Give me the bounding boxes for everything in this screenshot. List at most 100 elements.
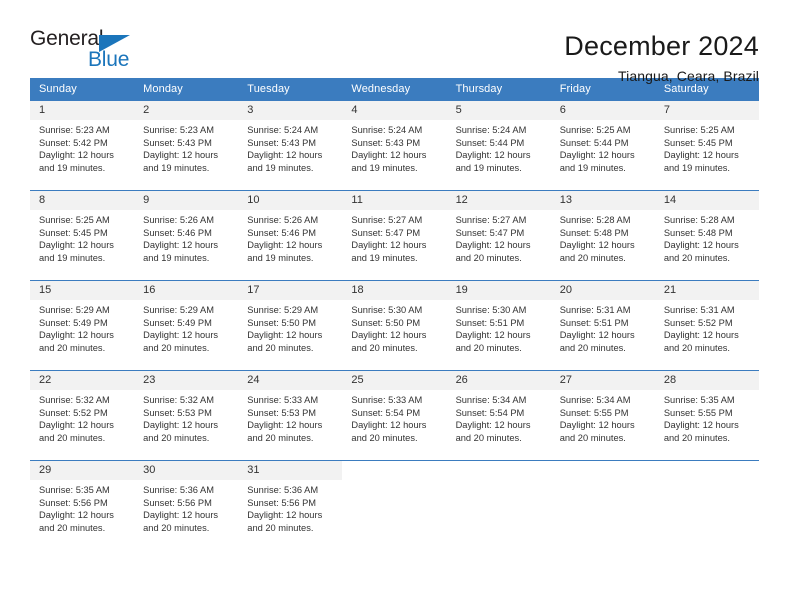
- calendar-day[interactable]: 3 Sunrise: 5:24 AM Sunset: 5:43 PM Daylight…: [238, 100, 343, 190]
- sunset-text: Sunset: 5:49 PM: [39, 317, 108, 328]
- calendar-week-row: 8 Sunrise: 5:25 AM Sunset: 5:45 PM Daylight…: [30, 190, 759, 280]
- day-details: Sunrise: 5:24 AM Sunset: 5:44 PM Daylight:…: [447, 120, 551, 174]
- calendar-day[interactable]: 5 Sunrise: 5:24 AM Sunset: 5:44 PM Daylight…: [446, 100, 551, 190]
- daylight-text-line2: and 20 minutes.: [247, 522, 314, 533]
- daylight-text-line2: and 20 minutes.: [455, 342, 522, 353]
- calendar-day[interactable]: 30 Sunrise: 5:36 AM Sunset: 5:56 PM Dayligh…: [134, 460, 239, 550]
- daylight-text-line1: Daylight: 12 hours: [247, 510, 323, 521]
- daylight-text-line2: and 19 minutes.: [351, 162, 418, 173]
- daylight-text-line1: Daylight: 12 hours: [351, 240, 427, 251]
- calendar-day[interactable]: 11 Sunrise: 5:27 AM Sunset: 5:47 PM Dayligh…: [342, 190, 447, 280]
- daylight-text-line1: Daylight: 12 hours: [247, 240, 323, 251]
- calendar-day-cell: [446, 460, 551, 550]
- day-number: 31: [238, 461, 343, 480]
- calendar-day[interactable]: 17 Sunrise: 5:29 AM Sunset: 5:50 PM Dayligh…: [238, 280, 343, 370]
- daylight-text-line1: Daylight: 12 hours: [143, 420, 219, 431]
- calendar-day-cell: [550, 460, 655, 550]
- daylight-text-line2: and 19 minutes.: [143, 162, 210, 173]
- calendar-day[interactable]: 1 Sunrise: 5:23 AM Sunset: 5:42 PM Daylight…: [30, 100, 135, 190]
- day-number: 3: [238, 101, 343, 120]
- weekday-header-tuesday: Tuesday: [238, 78, 343, 100]
- calendar-day[interactable]: 14 Sunrise: 5:28 AM Sunset: 5:48 PM Dayligh…: [654, 190, 759, 280]
- day-number: 18: [342, 281, 447, 300]
- sunset-text: Sunset: 5:47 PM: [351, 227, 421, 238]
- sunset-text: Sunset: 5:44 PM: [559, 137, 629, 148]
- day-number: 15: [30, 281, 135, 300]
- calendar-day[interactable]: 25 Sunrise: 5:33 AM Sunset: 5:54 PM Dayligh…: [342, 370, 447, 460]
- daylight-text-line1: Daylight: 12 hours: [663, 420, 739, 431]
- calendar-day[interactable]: 12 Sunrise: 5:27 AM Sunset: 5:47 PM Dayligh…: [446, 190, 551, 280]
- calendar-day[interactable]: 15 Sunrise: 5:29 AM Sunset: 5:49 PM Dayligh…: [30, 280, 135, 370]
- calendar-day-cell: [342, 460, 447, 550]
- day-number: 6: [550, 101, 655, 120]
- calendar-day[interactable]: 24 Sunrise: 5:33 AM Sunset: 5:53 PM Dayligh…: [238, 370, 343, 460]
- daylight-text-line1: Daylight: 12 hours: [455, 330, 531, 341]
- day-details: Sunrise: 5:31 AM Sunset: 5:51 PM Daylight:…: [551, 300, 655, 354]
- calendar-day-cell: 3 Sunrise: 5:24 AM Sunset: 5:43 PM Daylight…: [238, 100, 343, 190]
- sunrise-text: Sunrise: 5:35 AM: [39, 485, 110, 495]
- calendar-page: General Blue December 2024 Tiangua, Cear…: [0, 0, 792, 612]
- sunrise-text: Sunrise: 5:23 AM: [143, 125, 214, 135]
- calendar-day[interactable]: 10 Sunrise: 5:26 AM Sunset: 5:46 PM Dayligh…: [238, 190, 343, 280]
- daylight-text-line2: and 19 minutes.: [455, 162, 522, 173]
- day-number: 24: [238, 371, 343, 390]
- sunset-text: Sunset: 5:52 PM: [663, 317, 733, 328]
- daylight-text-line1: Daylight: 12 hours: [143, 330, 219, 341]
- calendar-day[interactable]: 19 Sunrise: 5:30 AM Sunset: 5:51 PM Dayligh…: [446, 280, 551, 370]
- calendar-day[interactable]: 9 Sunrise: 5:26 AM Sunset: 5:46 PM Daylight…: [134, 190, 239, 280]
- calendar-day[interactable]: 8 Sunrise: 5:25 AM Sunset: 5:45 PM Daylight…: [30, 190, 135, 280]
- daylight-text-line1: Daylight: 12 hours: [663, 240, 739, 251]
- day-number: 9: [134, 191, 239, 210]
- calendar-day-cell: 10 Sunrise: 5:26 AM Sunset: 5:46 PM Dayligh…: [238, 190, 343, 280]
- calendar-day[interactable]: 23 Sunrise: 5:32 AM Sunset: 5:53 PM Dayligh…: [134, 370, 239, 460]
- calendar-day[interactable]: 31 Sunrise: 5:36 AM Sunset: 5:56 PM Dayligh…: [238, 460, 343, 550]
- sunset-text: Sunset: 5:51 PM: [455, 317, 525, 328]
- sunrise-text: Sunrise: 5:27 AM: [351, 215, 423, 225]
- general-blue-logo[interactable]: General Blue: [30, 28, 138, 74]
- daylight-text-line2: and 19 minutes.: [39, 252, 106, 263]
- daylight-text-line1: Daylight: 12 hours: [143, 510, 219, 521]
- calendar-day[interactable]: 7 Sunrise: 5:25 AM Sunset: 5:45 PM Daylight…: [654, 100, 759, 190]
- day-number: 21: [654, 281, 759, 300]
- calendar-day[interactable]: 4 Sunrise: 5:24 AM Sunset: 5:43 PM Daylight…: [342, 100, 447, 190]
- daylight-text-line2: and 20 minutes.: [247, 432, 314, 443]
- sunrise-text: Sunrise: 5:24 AM: [351, 125, 423, 135]
- calendar-day[interactable]: 27 Sunrise: 5:34 AM Sunset: 5:55 PM Dayligh…: [550, 370, 655, 460]
- day-details: Sunrise: 5:29 AM Sunset: 5:49 PM Daylight:…: [134, 300, 238, 354]
- day-details: Sunrise: 5:33 AM Sunset: 5:54 PM Daylight:…: [342, 390, 446, 444]
- sunset-text: Sunset: 5:43 PM: [143, 137, 212, 148]
- calendar-day[interactable]: 21 Sunrise: 5:31 AM Sunset: 5:52 PM Dayligh…: [654, 280, 759, 370]
- sunset-text: Sunset: 5:54 PM: [455, 407, 525, 418]
- calendar-day[interactable]: 26 Sunrise: 5:34 AM Sunset: 5:54 PM Dayligh…: [446, 370, 551, 460]
- calendar-day-cell: 19 Sunrise: 5:30 AM Sunset: 5:51 PM Dayligh…: [446, 280, 551, 370]
- day-number: 26: [446, 371, 551, 390]
- sunset-text: Sunset: 5:51 PM: [559, 317, 629, 328]
- location-subtitle: Tiangua, Ceara, Brazil: [618, 68, 759, 84]
- daylight-text-line2: and 19 minutes.: [559, 162, 626, 173]
- calendar-day-cell: 27 Sunrise: 5:34 AM Sunset: 5:55 PM Dayligh…: [550, 370, 655, 460]
- daylight-text-line1: Daylight: 12 hours: [247, 150, 323, 161]
- daylight-text-line2: and 20 minutes.: [39, 522, 106, 533]
- calendar-day[interactable]: 16 Sunrise: 5:29 AM Sunset: 5:49 PM Dayligh…: [134, 280, 239, 370]
- calendar-day[interactable]: 13 Sunrise: 5:28 AM Sunset: 5:48 PM Dayligh…: [550, 190, 655, 280]
- day-details: Sunrise: 5:34 AM Sunset: 5:54 PM Daylight:…: [447, 390, 551, 444]
- sunset-text: Sunset: 5:47 PM: [455, 227, 525, 238]
- calendar-day[interactable]: 6 Sunrise: 5:25 AM Sunset: 5:44 PM Daylight…: [550, 100, 655, 190]
- day-details: Sunrise: 5:36 AM Sunset: 5:56 PM Daylight:…: [238, 480, 342, 534]
- daylight-text-line1: Daylight: 12 hours: [663, 330, 739, 341]
- calendar-day[interactable]: 18 Sunrise: 5:30 AM Sunset: 5:50 PM Dayligh…: [342, 280, 447, 370]
- calendar-day[interactable]: 20 Sunrise: 5:31 AM Sunset: 5:51 PM Dayligh…: [550, 280, 655, 370]
- day-number: [342, 461, 447, 480]
- calendar-day[interactable]: 2 Sunrise: 5:23 AM Sunset: 5:43 PM Daylight…: [134, 100, 239, 190]
- sunrise-text: Sunrise: 5:29 AM: [247, 305, 319, 315]
- calendar-day[interactable]: 29 Sunrise: 5:35 AM Sunset: 5:56 PM Dayligh…: [30, 460, 135, 550]
- calendar-day[interactable]: 28 Sunrise: 5:35 AM Sunset: 5:55 PM Dayligh…: [654, 370, 759, 460]
- day-number: 1: [30, 101, 135, 120]
- sunrise-text: Sunrise: 5:23 AM: [39, 125, 110, 135]
- day-number: 4: [342, 101, 447, 120]
- calendar-day-cell: 20 Sunrise: 5:31 AM Sunset: 5:51 PM Dayligh…: [550, 280, 655, 370]
- day-number: 17: [238, 281, 343, 300]
- calendar-day[interactable]: 22 Sunrise: 5:32 AM Sunset: 5:52 PM Dayligh…: [30, 370, 135, 460]
- sunset-text: Sunset: 5:52 PM: [39, 407, 108, 418]
- daylight-text-line2: and 20 minutes.: [663, 252, 730, 263]
